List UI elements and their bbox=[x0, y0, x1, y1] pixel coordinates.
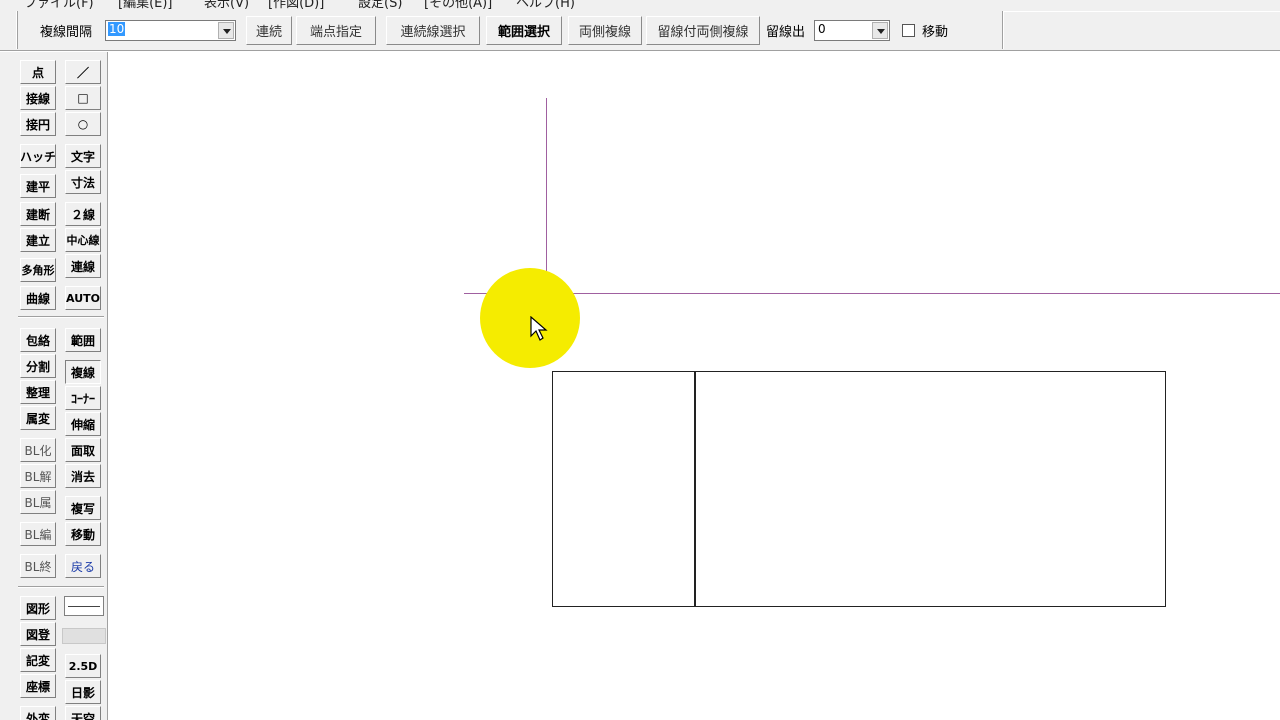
menu-edit[interactable]: [編集(E)] bbox=[118, 0, 173, 9]
tool-attr-change[interactable]: 属変 bbox=[20, 406, 56, 430]
line-sample bbox=[68, 606, 100, 607]
tool-stretch[interactable]: 伸縮 bbox=[65, 412, 101, 436]
line-type-swatch[interactable] bbox=[64, 596, 104, 616]
tool-erase[interactable]: 消去 bbox=[65, 464, 101, 488]
tool-curve[interactable]: 曲線 bbox=[20, 286, 56, 310]
tool-block-attr[interactable]: BL属 bbox=[20, 490, 56, 514]
tool-sky[interactable]: 天空 bbox=[65, 706, 101, 720]
spacing-combo[interactable]: 10 bbox=[105, 20, 236, 41]
tool-auto[interactable]: AUTO bbox=[65, 286, 101, 310]
spacing-label: 複線間隔 bbox=[40, 25, 93, 40]
menu-bar: ファイル(F) [編集(E)] 表示(V) [作図(D)] 設定(S) [その他… bbox=[0, 0, 1280, 9]
tool-figure[interactable]: 図形 bbox=[20, 596, 56, 620]
tool-tangent-circle[interactable]: 接円 bbox=[20, 112, 56, 136]
tool-tidy[interactable]: 整理 bbox=[20, 380, 56, 404]
drawn-divider-line[interactable] bbox=[694, 372, 696, 606]
menu-other[interactable]: [その他(A)] bbox=[424, 0, 492, 9]
tool-tangent-line[interactable]: 接線 bbox=[20, 86, 56, 110]
menu-help[interactable]: ヘルプ(H) bbox=[516, 0, 575, 9]
menu-file[interactable]: ファイル(F) bbox=[24, 0, 94, 9]
tool-external-change[interactable]: 外変 bbox=[20, 706, 56, 720]
move-label: 移動 bbox=[922, 25, 949, 40]
tool-palette: 点 接線 接円 ハッチ 建平 建断 建立 多角形 曲線 包絡 分割 整理 属変 … bbox=[0, 52, 108, 720]
tool-coordinates[interactable]: 座標 bbox=[20, 674, 56, 698]
menu-draw[interactable]: [作図(D)] bbox=[268, 0, 324, 9]
tool-center-line[interactable]: 中心線 bbox=[65, 228, 101, 252]
tool-undo[interactable]: 戻る bbox=[65, 554, 101, 578]
range-select-button[interactable]: 範囲選択 bbox=[486, 16, 562, 45]
toolbar-grip[interactable] bbox=[16, 11, 18, 49]
tool-double-line[interactable]: ２線 bbox=[65, 202, 101, 226]
endpoint-button[interactable]: 端点指定 bbox=[296, 16, 376, 45]
tool-record-change[interactable]: 記変 bbox=[20, 648, 56, 672]
tool-point[interactable]: 点 bbox=[20, 60, 56, 84]
tool-move[interactable]: 移動 bbox=[65, 522, 101, 546]
menu-settings[interactable]: 設定(S) bbox=[358, 0, 402, 9]
tool-arch-section[interactable]: 建断 bbox=[20, 202, 56, 226]
move-checkbox[interactable] bbox=[902, 24, 915, 37]
tool-figure-register[interactable]: 図登 bbox=[20, 622, 56, 646]
drawn-rectangle[interactable] bbox=[552, 371, 1166, 607]
menu-view[interactable]: 表示(V) bbox=[204, 0, 249, 9]
continuous-button[interactable]: 連続 bbox=[246, 16, 292, 45]
tool-block-end[interactable]: BL終 bbox=[20, 554, 56, 578]
tool-connect-line[interactable]: 連線 bbox=[65, 254, 101, 278]
toolbar-empty-area bbox=[1004, 11, 1280, 49]
tool-text[interactable]: 文字 bbox=[65, 144, 101, 168]
palette-divider bbox=[18, 586, 104, 588]
tool-block-edit[interactable]: BL編 bbox=[20, 522, 56, 546]
spacing-value[interactable]: 10 bbox=[108, 22, 126, 36]
tool-arch-plan[interactable]: 建平 bbox=[20, 174, 56, 198]
parallel-line-toolbar: 複線間隔 10 連続 端点指定 連続線選択 範囲選択 両側複線 留線付両側複線 … bbox=[0, 9, 1280, 51]
tool-copy[interactable]: 複写 bbox=[65, 496, 101, 520]
stop-combo[interactable]: 0 bbox=[814, 20, 890, 41]
drawing-canvas[interactable] bbox=[108, 52, 1280, 720]
both-sides-button[interactable]: 両側複線 bbox=[568, 16, 642, 45]
tool-range[interactable]: 範囲 bbox=[65, 328, 101, 352]
tool-chamfer[interactable]: 面取 bbox=[65, 438, 101, 462]
mouse-pointer-icon bbox=[530, 316, 548, 341]
layer-swatch[interactable] bbox=[62, 628, 106, 644]
tool-line[interactable]: ／ bbox=[65, 60, 101, 84]
tool-block-create[interactable]: BL化 bbox=[20, 438, 56, 462]
stop-value[interactable]: 0 bbox=[817, 22, 827, 36]
chain-select-button[interactable]: 連続線選択 bbox=[386, 16, 480, 45]
tool-block-explode[interactable]: BL解 bbox=[20, 464, 56, 488]
tool-rectangle[interactable]: □ bbox=[65, 86, 101, 110]
stopped-both-sides-button[interactable]: 留線付両側複線 bbox=[646, 16, 760, 45]
palette-divider bbox=[18, 316, 104, 318]
tool-sun-shadow[interactable]: 日影 bbox=[65, 680, 101, 704]
tool-dimension[interactable]: 寸法 bbox=[65, 170, 101, 194]
tool-envelope[interactable]: 包絡 bbox=[20, 328, 56, 352]
tool-circle[interactable]: ○ bbox=[65, 112, 101, 136]
tool-divide[interactable]: 分割 bbox=[20, 354, 56, 378]
crosshair-horizontal bbox=[464, 293, 1280, 294]
tool-2-5d[interactable]: 2.5D bbox=[65, 654, 101, 678]
tool-arch-elevation[interactable]: 建立 bbox=[20, 228, 56, 252]
tool-parallel-line[interactable]: 複線 bbox=[65, 360, 101, 384]
chevron-down-icon[interactable] bbox=[872, 22, 888, 39]
tool-polygon[interactable]: 多角形 bbox=[20, 258, 56, 282]
chevron-down-icon[interactable] bbox=[218, 22, 234, 39]
stop-label: 留線出 bbox=[766, 25, 806, 40]
tool-corner[interactable]: ｺｰﾅｰ bbox=[65, 386, 101, 410]
tool-hatch[interactable]: ハッチ bbox=[20, 144, 56, 168]
